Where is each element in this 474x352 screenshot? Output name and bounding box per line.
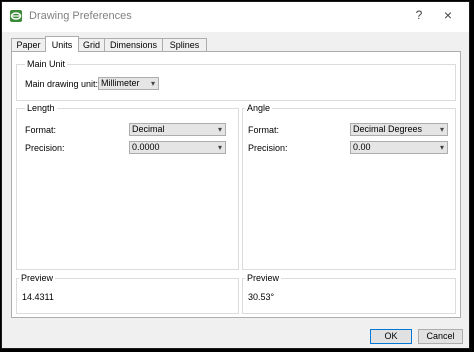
chevron-down-icon: ▾ [439, 143, 444, 152]
length-preview-value: 14.4311 [22, 292, 54, 302]
main-drawing-unit-label: Main drawing unit: [25, 79, 99, 89]
angle-precision-value: 0.00 [353, 142, 371, 152]
length-preview-group: Preview 14.4311 [16, 273, 239, 314]
length-group-label: Length [25, 103, 57, 113]
tab-units[interactable]: Units [45, 36, 79, 52]
tab-splines[interactable]: Splines [162, 38, 207, 51]
tab-paper[interactable]: Paper [11, 38, 46, 51]
length-format-select[interactable]: Decimal ▾ [129, 123, 226, 136]
angle-preview-value: 30.53° [248, 292, 275, 302]
angle-format-label: Format: [248, 125, 280, 135]
angle-preview-group: Preview 30.53° [242, 273, 456, 314]
length-precision-value: 0.0000 [132, 142, 160, 152]
angle-format-value: Decimal Degrees [353, 124, 423, 134]
title-bar: Drawing Preferences ? × [2, 2, 469, 32]
chevron-down-icon: ▾ [217, 125, 222, 134]
angle-precision-select[interactable]: 0.00 ▾ [350, 141, 448, 154]
angle-format-select[interactable]: Decimal Degrees ▾ [350, 123, 448, 136]
length-preview-label: Preview [19, 273, 56, 283]
help-button[interactable]: ? [412, 8, 426, 24]
angle-precision-label: Precision: [248, 143, 288, 153]
main-drawing-unit-value: Millimeter [101, 78, 140, 88]
length-precision-label: Precision: [25, 143, 65, 153]
chevron-down-icon: ▾ [439, 125, 444, 134]
chevron-down-icon: ▾ [217, 143, 222, 152]
tab-grid[interactable]: Grid [78, 38, 105, 51]
window-title: Drawing Preferences [29, 10, 132, 22]
angle-group: Angle Format: Decimal Degrees ▾ Precisio… [242, 103, 456, 270]
length-format-label: Format: [25, 125, 57, 135]
length-format-value: Decimal [132, 124, 165, 134]
chevron-down-icon: ▾ [150, 79, 155, 88]
close-button[interactable]: × [438, 7, 458, 25]
angle-group-label: Angle [245, 103, 273, 113]
angle-preview-label: Preview [245, 273, 282, 283]
drawing-preferences-dialog: Drawing Preferences ? × Paper Units Grid… [1, 1, 470, 349]
length-precision-select[interactable]: 0.0000 ▾ [129, 141, 226, 154]
main-unit-group: Main Unit Main drawing unit: Millimeter … [16, 59, 456, 101]
cancel-button[interactable]: Cancel [418, 329, 463, 344]
main-unit-group-label: Main Unit [25, 59, 68, 69]
ok-button[interactable]: OK [370, 329, 412, 344]
length-group: Length Format: Decimal ▾ Precision: 0.00… [16, 103, 239, 270]
tab-dimensions[interactable]: Dimensions [104, 38, 163, 51]
units-tab-panel: Main Unit Main drawing unit: Millimeter … [11, 51, 461, 318]
app-icon [10, 10, 22, 22]
main-drawing-unit-select[interactable]: Millimeter ▾ [98, 77, 159, 90]
